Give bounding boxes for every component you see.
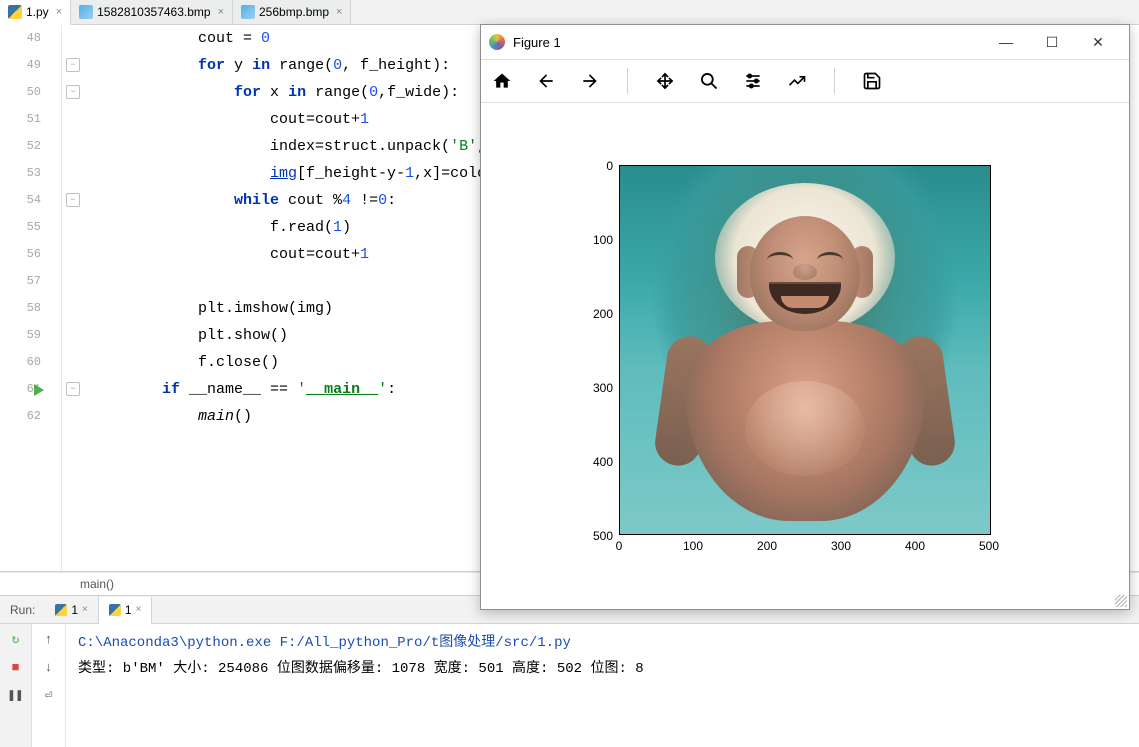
run-gutter-icon[interactable]	[34, 384, 44, 396]
ytick-label: 100	[573, 233, 613, 247]
resize-grip-icon[interactable]	[1115, 595, 1127, 607]
back-icon[interactable]	[535, 70, 557, 92]
xtick-label: 500	[969, 539, 1009, 553]
rerun-button[interactable]: ↻	[7, 630, 25, 648]
maximize-button[interactable]: ☐	[1029, 34, 1075, 51]
console-output[interactable]: C:\Anaconda3\python.exe F:/All_python_Pr…	[66, 624, 1139, 747]
plot-imshow-content	[665, 186, 945, 526]
figure-title: Figure 1	[513, 35, 983, 50]
line-number: 49	[0, 52, 41, 79]
python-file-icon	[8, 5, 22, 19]
breadcrumb-item: main()	[80, 577, 114, 591]
tab-bmp2[interactable]: 256bmp.bmp ×	[233, 0, 351, 24]
xtick-label: 200	[747, 539, 787, 553]
ytick-label: 300	[573, 381, 613, 395]
line-number: 53	[0, 160, 41, 187]
image-file-icon	[79, 5, 93, 19]
line-number: 54	[0, 187, 41, 214]
pause-button[interactable]: ❚❚	[7, 686, 25, 704]
matplotlib-figure-window[interactable]: Figure 1 — ☐ ✕	[480, 24, 1130, 610]
pan-icon[interactable]	[654, 70, 676, 92]
stop-button[interactable]: ■	[7, 658, 25, 676]
python-file-icon	[109, 604, 121, 616]
tab-label: 1582810357463.bmp	[97, 5, 210, 19]
xtick-label: 300	[821, 539, 861, 553]
line-number: 57	[0, 268, 41, 295]
close-icon[interactable]: ×	[136, 604, 142, 615]
editor-tabs: 1.py × 1582810357463.bmp × 256bmp.bmp ×	[0, 0, 1139, 25]
run-toolbar-left: ↻ ■ ❚❚	[0, 624, 32, 747]
run-tab-0[interactable]: 1 ×	[45, 596, 99, 623]
close-icon[interactable]: ×	[82, 604, 88, 615]
save-icon[interactable]	[861, 70, 883, 92]
line-number: 59	[0, 322, 41, 349]
fold-column: − − − −	[62, 25, 88, 571]
run-label: Run:	[0, 603, 45, 617]
down-button[interactable]: ↓	[40, 658, 58, 676]
xtick-label: 100	[673, 539, 713, 553]
zoom-icon[interactable]	[698, 70, 720, 92]
console-line: 类型: b'BM' 大小: 254086 位图数据偏移量: 1078 宽度: 5…	[78, 656, 1127, 682]
soft-wrap-button[interactable]: ⏎	[40, 686, 58, 704]
home-icon[interactable]	[491, 70, 513, 92]
line-number: 52	[0, 133, 41, 160]
close-icon[interactable]: ×	[336, 6, 342, 18]
xtick-label: 0	[599, 539, 639, 553]
run-tab-label: 1	[71, 603, 78, 617]
line-number: 58	[0, 295, 41, 322]
tab-bmp1[interactable]: 1582810357463.bmp ×	[71, 0, 233, 24]
up-button[interactable]: ↑	[40, 630, 58, 648]
figure-canvas[interactable]: 0 100 200 300 400 500 0 100 200 300 400 …	[481, 103, 1129, 609]
fold-toggle-icon[interactable]: −	[66, 85, 80, 99]
line-number-gutter: 484950515253545556575859606162	[0, 25, 62, 571]
fold-toggle-icon[interactable]: −	[66, 193, 80, 207]
separator	[627, 68, 628, 94]
ytick-label: 0	[573, 159, 613, 173]
matplotlib-icon	[489, 34, 505, 50]
fold-toggle-icon[interactable]: −	[66, 58, 80, 72]
line-number: 50	[0, 79, 41, 106]
close-icon[interactable]: ×	[218, 6, 224, 18]
python-file-icon	[55, 604, 67, 616]
run-tab-1[interactable]: 1 ×	[99, 597, 153, 624]
line-number: 56	[0, 241, 41, 268]
line-number: 51	[0, 106, 41, 133]
line-number: 60	[0, 349, 41, 376]
tab-label: 1.py	[26, 5, 49, 19]
ytick-label: 400	[573, 455, 613, 469]
separator	[834, 68, 835, 94]
tab-1py[interactable]: 1.py ×	[0, 0, 71, 25]
image-file-icon	[241, 5, 255, 19]
tab-label: 256bmp.bmp	[259, 5, 329, 19]
ytick-label: 200	[573, 307, 613, 321]
run-tab-label: 1	[125, 603, 132, 617]
xtick-label: 400	[895, 539, 935, 553]
figure-toolbar	[481, 59, 1129, 103]
plot-axes	[619, 165, 991, 535]
line-number: 48	[0, 25, 41, 52]
line-number: 55	[0, 214, 41, 241]
close-icon[interactable]: ×	[56, 6, 62, 18]
close-button[interactable]: ✕	[1075, 34, 1121, 51]
minimize-button[interactable]: —	[983, 34, 1029, 50]
line-number: 62	[0, 403, 41, 430]
figure-titlebar[interactable]: Figure 1 — ☐ ✕	[481, 25, 1129, 59]
fold-toggle-icon[interactable]: −	[66, 382, 80, 396]
run-tool-window: ↻ ■ ❚❚ ↑ ↓ ⏎ C:\Anaconda3\python.exe F:/…	[0, 624, 1139, 747]
configure-subplots-icon[interactable]	[742, 70, 764, 92]
forward-icon[interactable]	[579, 70, 601, 92]
console-command: C:\Anaconda3\python.exe F:/All_python_Pr…	[78, 630, 1127, 656]
edit-axis-icon[interactable]	[786, 70, 808, 92]
run-toolbar-nav: ↑ ↓ ⏎	[32, 624, 66, 747]
